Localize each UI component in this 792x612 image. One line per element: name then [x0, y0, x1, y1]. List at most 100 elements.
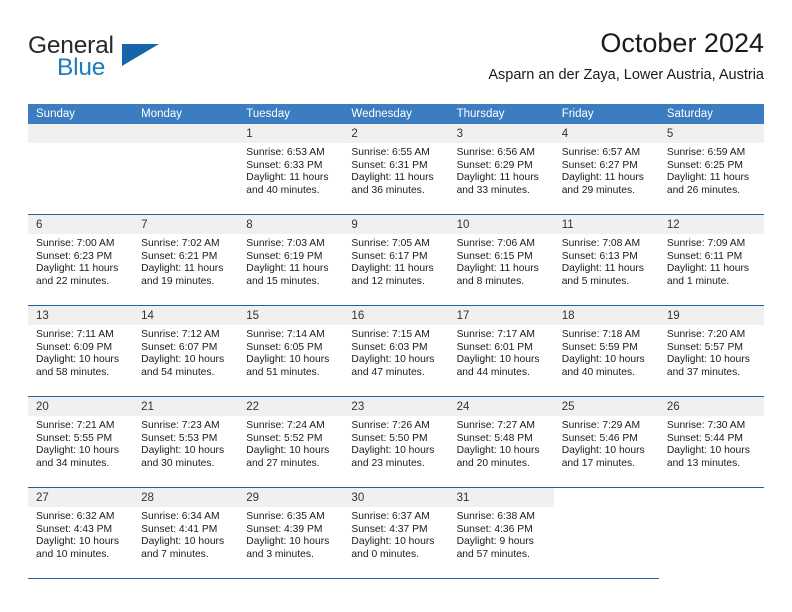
- calendar-day-cell[interactable]: 1 Sunrise: 6:53 AM Sunset: 6:33 PM Daylight…: [238, 124, 344, 214]
- day-number-band: 20: [28, 397, 134, 416]
- calendar-day-cell[interactable]: 5 Sunrise: 6:59 AM Sunset: 6:25 PM Daylight…: [658, 124, 764, 214]
- day-number-band: [659, 488, 764, 507]
- daylight-text-line1: Daylight: 11 hours: [141, 263, 224, 275]
- day-number-band: 26: [658, 397, 764, 416]
- calendar-day-cell[interactable]: 17 Sunrise: 7:17 AM Sunset: 6:01 PM Dayligh…: [448, 306, 554, 396]
- daylight-text-line2: and 20 minutes.: [456, 457, 530, 469]
- calendar-day-cell[interactable]: 23 Sunrise: 7:26 AM Sunset: 5:50 PM Dayligh…: [343, 397, 449, 487]
- calendar-day-cell[interactable]: 7 Sunrise: 7:02 AM Sunset: 6:21 PM Daylight…: [133, 215, 239, 305]
- day-number-band: 8: [238, 215, 344, 234]
- brand-triangle-icon: [122, 44, 159, 66]
- calendar-bottom-rule: [28, 578, 659, 579]
- calendar-day-cell[interactable]: 22 Sunrise: 7:24 AM Sunset: 5:52 PM Dayligh…: [238, 397, 344, 487]
- day-number: 26: [666, 401, 680, 413]
- daylight-text-line1: Daylight: 11 hours: [351, 263, 434, 275]
- day-number-band: 17: [448, 306, 554, 325]
- calendar-day-cell[interactable]: 19 Sunrise: 7:20 AM Sunset: 5:57 PM Dayligh…: [658, 306, 764, 396]
- daylight-text-line2: and 22 minutes.: [36, 275, 110, 287]
- daylight-text-line2: and 36 minutes.: [351, 184, 425, 196]
- calendar-day-cell[interactable]: 15 Sunrise: 7:14 AM Sunset: 6:05 PM Dayligh…: [238, 306, 344, 396]
- day-number: 30: [351, 492, 365, 504]
- calendar-day-cell[interactable]: 9 Sunrise: 7:05 AM Sunset: 6:17 PM Daylight…: [343, 215, 449, 305]
- day-number: 7: [141, 219, 148, 231]
- daylight-text-line2: and 57 minutes.: [456, 548, 530, 560]
- sunrise-text: Sunrise: 6:35 AM: [246, 511, 325, 522]
- calendar-day-cell[interactable]: 11 Sunrise: 7:08 AM Sunset: 6:13 PM Dayligh…: [553, 215, 659, 305]
- calendar-day-cell[interactable]: 30 Sunrise: 6:37 AM Sunset: 4:37 PM Dayligh…: [343, 488, 449, 578]
- weekday-header-friday: Friday: [561, 108, 594, 120]
- sunset-text: Sunset: 6:31 PM: [351, 159, 428, 171]
- daylight-text-line2: and 37 minutes.: [666, 366, 741, 378]
- daylight-text-line1: Daylight: 10 hours: [36, 536, 119, 548]
- daylight-text-line2: and 5 minutes.: [561, 275, 630, 287]
- day-sun-info: Sunrise: 7:20 AM Sunset: 5:57 PM Daylight:…: [659, 325, 764, 379]
- weekday-header-saturday: Saturday: [666, 108, 713, 120]
- calendar-day-cell[interactable]: 25 Sunrise: 7:29 AM Sunset: 5:46 PM Dayligh…: [553, 397, 659, 487]
- sunset-text: Sunset: 6:15 PM: [456, 250, 533, 262]
- calendar-day-cell[interactable]: 24 Sunrise: 7:27 AM Sunset: 5:48 PM Dayligh…: [448, 397, 554, 487]
- daylight-text-line2: and 44 minutes.: [456, 366, 530, 378]
- day-number: 19: [666, 310, 680, 322]
- calendar-day-cell[interactable]: 26 Sunrise: 7:30 AM Sunset: 5:44 PM Dayligh…: [658, 397, 764, 487]
- brand-logo[interactable]: General Blue: [28, 32, 248, 90]
- weekday-header-row: Sunday Monday Tuesday Wednesday Thursday Frid…: [28, 104, 764, 124]
- daylight-text-line1: Daylight: 10 hours: [666, 354, 750, 366]
- sunset-text: Sunset: 6:05 PM: [246, 341, 323, 353]
- calendar-day-cell[interactable]: 2 Sunrise: 6:55 AM Sunset: 6:31 PM Daylight…: [343, 124, 449, 214]
- week-cells: 6 Sunrise: 7:00 AM Sunset: 6:23 PM Daylight…: [28, 215, 764, 305]
- day-sun-info: Sunrise: 6:56 AM Sunset: 6:29 PM Daylight:…: [449, 143, 554, 197]
- daylight-text-line2: and 40 minutes.: [246, 184, 320, 196]
- daylight-text-line2: and 17 minutes.: [561, 457, 635, 469]
- day-number: 25: [561, 401, 575, 413]
- daylight-text-line2: and 1 minute.: [666, 275, 730, 287]
- day-number: 17: [456, 310, 470, 322]
- day-number-band: 3: [448, 124, 554, 143]
- day-number-band: 2: [343, 124, 449, 143]
- brand-name-blue: Blue: [57, 54, 106, 81]
- daylight-text-line1: Daylight: 10 hours: [36, 354, 119, 366]
- day-number: 23: [351, 401, 365, 413]
- day-number-band: 31: [448, 488, 554, 507]
- calendar-day-cell[interactable]: 14 Sunrise: 7:12 AM Sunset: 6:07 PM Dayligh…: [133, 306, 239, 396]
- daylight-text-line1: Daylight: 10 hours: [36, 445, 119, 457]
- daylight-text-line1: Daylight: 10 hours: [246, 536, 330, 548]
- calendar-day-cell[interactable]: 27 Sunrise: 6:32 AM Sunset: 4:43 PM Dayligh…: [28, 488, 134, 578]
- weekday-header-thursday: Thursday: [456, 108, 505, 120]
- calendar-day-cell[interactable]: 28 Sunrise: 6:34 AM Sunset: 4:41 PM Dayligh…: [133, 488, 239, 578]
- day-number-band: 25: [553, 397, 659, 416]
- day-sun-info: Sunrise: 7:03 AM Sunset: 6:19 PM Daylight:…: [238, 234, 343, 288]
- day-number: 18: [561, 310, 575, 322]
- calendar-day-cell[interactable]: 12 Sunrise: 7:09 AM Sunset: 6:11 PM Dayligh…: [658, 215, 764, 305]
- day-number: 24: [456, 401, 470, 413]
- daylight-text-line1: Daylight: 10 hours: [141, 536, 225, 548]
- calendar-day-cell[interactable]: 29 Sunrise: 6:35 AM Sunset: 4:39 PM Dayligh…: [238, 488, 344, 578]
- sunset-text: Sunset: 6:01 PM: [456, 341, 533, 353]
- calendar-day-cell[interactable]: 3 Sunrise: 6:56 AM Sunset: 6:29 PM Daylight…: [448, 124, 554, 214]
- sunset-text: Sunset: 6:13 PM: [561, 250, 638, 262]
- calendar-day-cell[interactable]: 4 Sunrise: 6:57 AM Sunset: 6:27 PM Daylight…: [553, 124, 659, 214]
- day-sun-info: Sunrise: 7:17 AM Sunset: 6:01 PM Daylight:…: [449, 325, 554, 379]
- day-sun-info: Sunrise: 7:27 AM Sunset: 5:48 PM Daylight:…: [449, 416, 554, 470]
- calendar-day-cell[interactable]: 10 Sunrise: 7:06 AM Sunset: 6:15 PM Dayligh…: [448, 215, 554, 305]
- calendar-week-row: 6 Sunrise: 7:00 AM Sunset: 6:23 PM Daylight…: [28, 214, 764, 305]
- day-sun-info: Sunrise: 6:55 AM Sunset: 6:31 PM Daylight:…: [343, 143, 448, 197]
- day-number: 22: [246, 401, 260, 413]
- sunrise-text: Sunrise: 7:18 AM: [561, 329, 641, 340]
- calendar-day-cell[interactable]: 21 Sunrise: 7:23 AM Sunset: 5:53 PM Dayligh…: [133, 397, 239, 487]
- calendar-day-cell[interactable]: 6 Sunrise: 7:00 AM Sunset: 6:23 PM Daylight…: [28, 215, 134, 305]
- calendar-day-cell[interactable]: 8 Sunrise: 7:03 AM Sunset: 6:19 PM Daylight…: [238, 215, 344, 305]
- calendar-day-cell[interactable]: 16 Sunrise: 7:15 AM Sunset: 6:03 PM Dayligh…: [343, 306, 449, 396]
- calendar-day-cell[interactable]: 13 Sunrise: 7:11 AM Sunset: 6:09 PM Dayligh…: [28, 306, 134, 396]
- calendar-day-cell[interactable]: 18 Sunrise: 7:18 AM Sunset: 5:59 PM Dayligh…: [553, 306, 659, 396]
- calendar-day-cell[interactable]: 20 Sunrise: 7:21 AM Sunset: 5:55 PM Dayligh…: [28, 397, 134, 487]
- day-number: 6: [36, 219, 43, 231]
- page-title: October 2024: [600, 28, 764, 58]
- daylight-text-line1: Daylight: 10 hours: [351, 445, 435, 457]
- calendar-day-cell[interactable]: 31 Sunrise: 6:38 AM Sunset: 4:36 PM Dayligh…: [448, 488, 554, 578]
- calendar-week-row: 27 Sunrise: 6:32 AM Sunset: 4:43 PM Dayligh…: [28, 487, 764, 578]
- daylight-text-line1: Daylight: 10 hours: [666, 445, 750, 457]
- day-sun-info: Sunrise: 7:02 AM Sunset: 6:21 PM Daylight:…: [133, 234, 238, 288]
- day-sun-info: Sunrise: 6:53 AM Sunset: 6:33 PM Daylight:…: [238, 143, 343, 197]
- sunset-text: Sunset: 6:27 PM: [561, 159, 638, 171]
- day-number-band: 19: [658, 306, 764, 325]
